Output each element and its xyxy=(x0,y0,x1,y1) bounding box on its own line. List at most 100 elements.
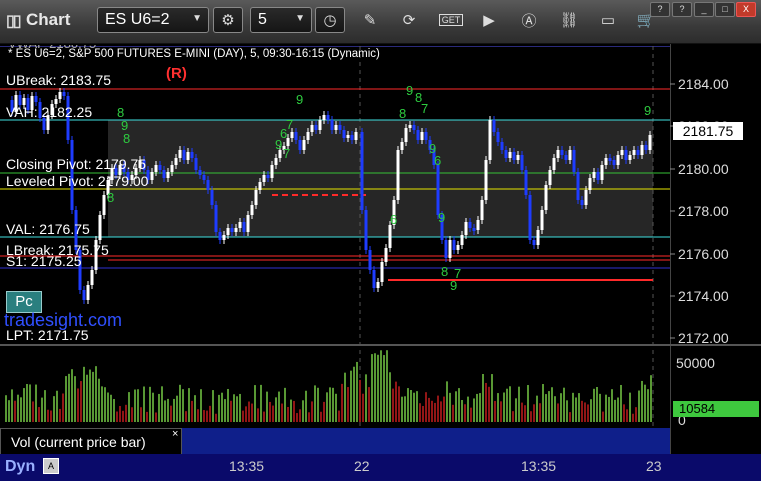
candle-body xyxy=(460,235,464,245)
help-button-2[interactable]: ? xyxy=(672,2,692,17)
candle-body xyxy=(520,155,524,170)
candle-body xyxy=(318,120,322,130)
candle-body xyxy=(266,175,270,178)
draw-button[interactable]: ✎ xyxy=(355,7,385,33)
candle-body xyxy=(556,150,560,158)
candle-body xyxy=(584,190,588,205)
candle-body xyxy=(182,150,186,160)
alert-icon: Ⓐ xyxy=(521,12,537,30)
candle-body xyxy=(218,232,222,240)
candle-body xyxy=(400,142,404,150)
candle-body xyxy=(464,222,468,235)
td-number: 9 xyxy=(275,137,282,152)
candle-body xyxy=(190,152,194,158)
help-button[interactable]: ? xyxy=(650,2,670,17)
time-tick: 13:35 xyxy=(229,458,265,474)
r-marker: (R) xyxy=(166,65,187,82)
symbol-selector[interactable]: ES U6=2 ▼ xyxy=(97,7,209,33)
candle-body xyxy=(298,140,302,150)
td-number: 9 xyxy=(296,92,303,107)
close-icon[interactable]: × xyxy=(172,428,178,440)
candle-body xyxy=(368,250,372,270)
price-tick: 2174.00 xyxy=(678,288,729,304)
volume-axis-tick: 50000 xyxy=(676,355,715,371)
candle-body xyxy=(202,175,206,180)
candle-body xyxy=(194,158,198,170)
candle-body xyxy=(360,132,364,210)
get-button[interactable]: GET xyxy=(436,7,466,33)
clock-icon: ◷ xyxy=(323,12,337,29)
candle-body xyxy=(230,228,234,232)
candle-body xyxy=(310,125,314,132)
message-button[interactable]: ▭ xyxy=(593,7,623,33)
last-price-badge: 2181.75 xyxy=(673,122,743,140)
candle-body xyxy=(404,128,408,142)
candle-body xyxy=(306,132,310,140)
price-tick: 2172.00 xyxy=(678,330,729,346)
td-number: 7 xyxy=(283,146,290,161)
candle-body xyxy=(234,228,238,232)
brand-watermark: tradesight.com xyxy=(4,310,123,330)
candle-body xyxy=(600,165,604,180)
candle-body xyxy=(516,155,520,160)
candle-body xyxy=(444,240,448,258)
level-ubreak: UBreak: 2183.75 xyxy=(6,72,112,88)
candle-body xyxy=(242,222,246,232)
candle-body xyxy=(588,178,592,190)
candle-body xyxy=(512,152,516,160)
candle-body xyxy=(524,170,528,195)
candle-body xyxy=(290,132,294,138)
volume-indicator-tab[interactable]: Vol (current price bar) × xyxy=(0,428,182,454)
candle-body xyxy=(380,262,384,282)
candle-body xyxy=(544,185,548,210)
candle-body xyxy=(504,150,508,158)
candle-body xyxy=(346,135,350,138)
candle-body xyxy=(580,200,584,205)
get-icon: GET xyxy=(438,14,464,26)
play-button[interactable]: ▶ xyxy=(474,7,504,33)
candle-body xyxy=(270,165,274,178)
candle-body xyxy=(330,120,334,130)
time-button[interactable]: ◷ xyxy=(315,7,345,33)
candle-body xyxy=(496,132,500,142)
candle-body xyxy=(86,285,90,300)
candle-body xyxy=(560,150,564,155)
candle-body xyxy=(420,132,424,140)
candle-body xyxy=(226,228,230,235)
candle-body xyxy=(198,170,202,175)
candle-body xyxy=(342,130,346,138)
candle-body xyxy=(90,270,94,285)
price-chart[interactable]: 989876979 8789679896 98 xyxy=(0,44,761,481)
candle-body xyxy=(508,152,512,158)
candle-body xyxy=(628,155,632,160)
interval-value: 5 xyxy=(258,11,267,28)
price-tick: 2180.00 xyxy=(678,161,729,177)
refresh-button[interactable]: ⟳ xyxy=(394,7,424,33)
time-tick: 23 xyxy=(646,458,662,474)
td-number: 9 xyxy=(450,278,457,293)
close-button[interactable]: X xyxy=(736,2,756,17)
time-tick: 22 xyxy=(354,458,370,474)
candle-body xyxy=(326,115,330,120)
link-button[interactable]: ⛓ xyxy=(554,7,584,33)
candle-body xyxy=(564,155,568,160)
dyn-icon[interactable]: A xyxy=(43,458,59,474)
candle-body xyxy=(528,195,532,240)
candle-body xyxy=(576,172,580,200)
candle-body xyxy=(592,172,596,178)
interval-selector[interactable]: 5 ▼ xyxy=(250,7,312,33)
candle-body xyxy=(350,135,354,140)
level-vah: VAH: 2182.25 xyxy=(6,104,93,120)
time-tick: 13:35 xyxy=(521,458,557,474)
gear-icon: ⚙ xyxy=(221,12,235,29)
candle-body xyxy=(624,150,628,160)
candle-body xyxy=(34,96,38,102)
candle-body xyxy=(396,150,400,200)
candle-body xyxy=(452,240,456,250)
candle-body xyxy=(222,235,226,240)
alert-button[interactable]: Ⓐ xyxy=(514,7,544,33)
minimize-button[interactable]: _ xyxy=(694,2,714,17)
settings-button[interactable]: ⚙ xyxy=(213,7,243,33)
maximize-button[interactable]: □ xyxy=(715,2,735,17)
candle-body xyxy=(436,165,440,215)
